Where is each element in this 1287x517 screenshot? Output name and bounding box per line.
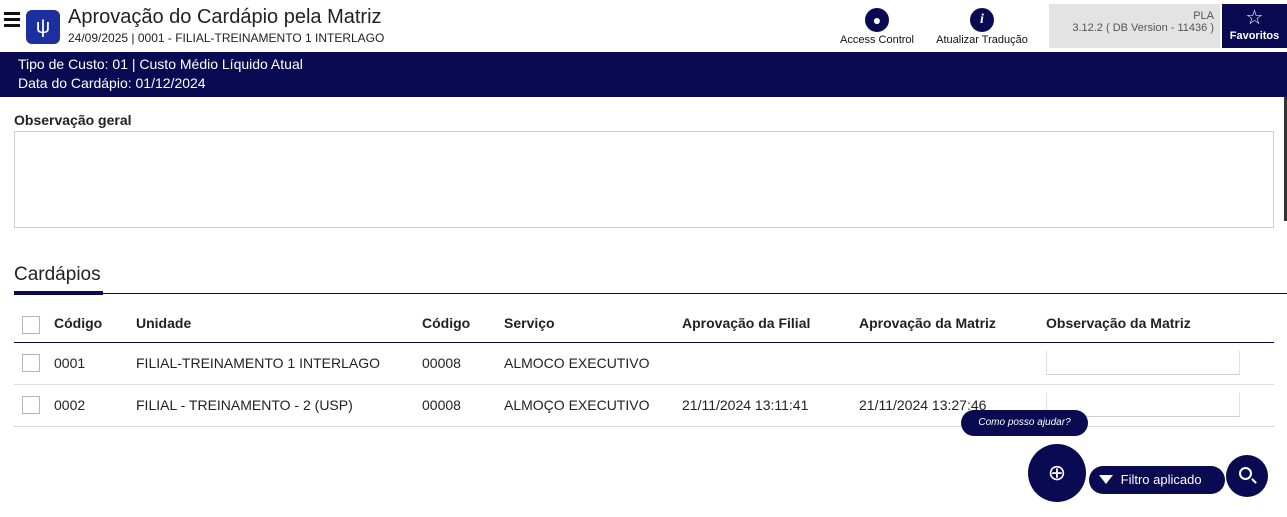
help-bubble[interactable]: Como posso ajudar?	[961, 410, 1088, 436]
cell-unidade: FILIAL-TREINAMENTO 1 INTERLAGO	[136, 355, 381, 371]
observacao-geral-label: Observação geral	[14, 112, 132, 128]
column-header-servico[interactable]: Serviço	[504, 315, 555, 331]
cell-codigo: 0001	[54, 355, 86, 371]
assistant-button[interactable]: ⊕	[1028, 444, 1086, 502]
row-checkbox[interactable]	[22, 396, 40, 414]
app-header: ψ Aprovação do Cardápio pela Matriz 24/0…	[0, 0, 1287, 52]
column-header-aprovacao-filial[interactable]: Aprovação da Filial	[682, 315, 810, 331]
tipo-custo-text: Tipo de Custo: 01 | Custo Médio Líquido …	[18, 56, 303, 72]
page-subtitle: 24/09/2025 | 0001 - FILIAL-TREINAMENTO 1…	[68, 31, 385, 45]
star-icon: ☆	[1245, 7, 1264, 29]
access-control-label: Access Control	[840, 34, 914, 46]
column-header-observacao-matriz[interactable]: Observação da Matriz	[1046, 315, 1191, 331]
column-header-aprovacao-matriz[interactable]: Aprovação da Matriz	[859, 315, 996, 331]
page-title: Aprovação do Cardápio pela Matriz	[68, 6, 382, 28]
cell-codigo: 0002	[54, 397, 86, 413]
info-band: Tipo de Custo: 01 | Custo Médio Líquido …	[0, 52, 1287, 97]
observacao-geral-field[interactable]	[14, 131, 1274, 228]
search-button[interactable]	[1226, 455, 1268, 497]
atualizar-traducao-button[interactable]: i Atualizar Tradução	[927, 8, 1037, 46]
version-line-1: PLA	[1193, 10, 1214, 22]
cell-aprovacao-filial: 21/11/2024 13:11:41	[682, 397, 809, 413]
access-control-button[interactable]: ● Access Control	[832, 8, 922, 46]
info-icon: i	[970, 8, 994, 32]
favoritos-button[interactable]: ☆ Favoritos	[1222, 4, 1287, 48]
section-divider	[14, 293, 1287, 294]
cell-servico: ALMOCO EXECUTIVO	[504, 355, 650, 371]
atualizar-traducao-label: Atualizar Tradução	[936, 34, 1028, 46]
observacao-matriz-input[interactable]	[1046, 351, 1240, 375]
column-header-codigo[interactable]: Código	[54, 315, 102, 331]
filter-label: Filtro aplicado	[1120, 472, 1202, 487]
table-header: Código Unidade Código Serviço Aprovação …	[14, 306, 1274, 343]
fork-knife-icon: ψ	[26, 10, 60, 44]
favoritos-label: Favoritos	[1229, 30, 1280, 42]
cell-servico: ALMOÇO EXECUTIVO	[504, 397, 650, 413]
assistant-icon: ⊕	[1047, 460, 1067, 485]
table-row[interactable]: 0001 FILIAL-TREINAMENTO 1 INTERLAGO 0000…	[14, 343, 1274, 385]
row-checkbox[interactable]	[22, 354, 40, 372]
cell-unidade: FILIAL - TREINAMENTO - 2 (USP)	[136, 397, 353, 413]
data-cardapio-text: Data do Cardápio: 01/12/2024	[18, 75, 206, 91]
select-all-checkbox[interactable]	[22, 316, 40, 334]
column-header-codigo-servico[interactable]: Código	[422, 315, 470, 331]
cell-codigo-servico: 00008	[422, 355, 461, 371]
search-icon	[1239, 467, 1252, 480]
column-header-unidade[interactable]: Unidade	[136, 315, 191, 331]
lock-icon: ●	[865, 8, 889, 32]
filter-applied-button[interactable]: Filtro aplicado	[1089, 466, 1225, 494]
menu-icon[interactable]	[4, 12, 20, 32]
filter-icon	[1099, 475, 1113, 485]
section-underline	[14, 291, 103, 295]
version-line-2: 3.12.2 ( DB Version - 11436 )	[1072, 22, 1214, 34]
cell-codigo-servico: 00008	[422, 397, 461, 413]
section-title: Cardápios	[14, 264, 101, 285]
version-info: PLA 3.12.2 ( DB Version - 11436 )	[1049, 4, 1220, 48]
